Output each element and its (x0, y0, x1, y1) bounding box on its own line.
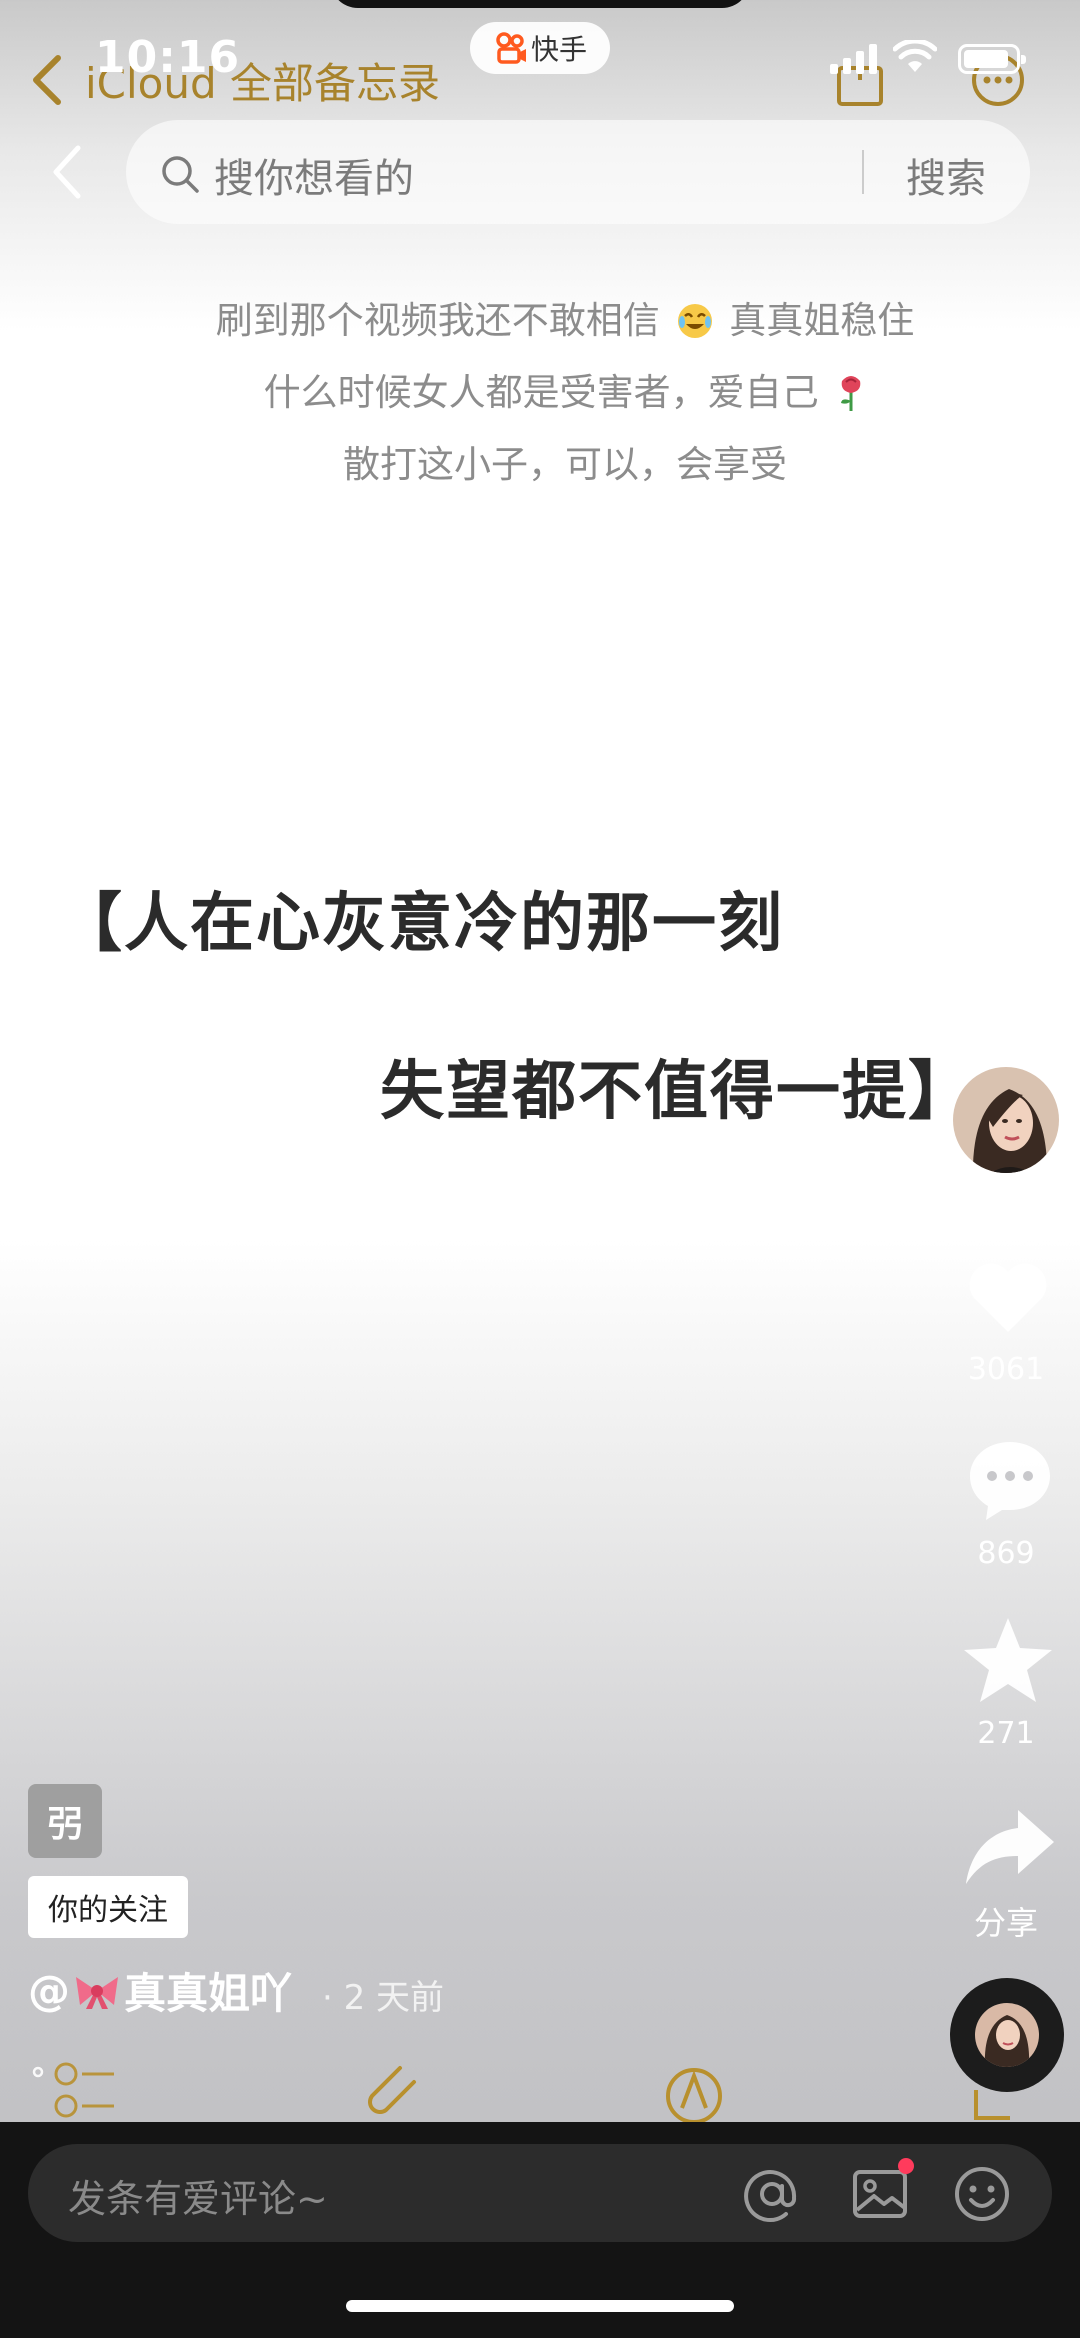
share-icon[interactable] (962, 1800, 1058, 1896)
image-notification-dot (898, 2158, 914, 2174)
author-name: 真真姐吖 (124, 1969, 293, 2018)
kuaishou-logo-icon (496, 32, 526, 64)
portrait-image (953, 1067, 1059, 1173)
wifi-icon (893, 40, 937, 72)
kuaishou-name: 快手 (530, 33, 587, 66)
disc-portrait-image (975, 2003, 1039, 2067)
star-icon[interactable] (960, 1612, 1056, 1708)
home-indicator[interactable] (346, 2300, 734, 2312)
disc-cover (975, 2003, 1039, 2067)
caption-line-1-a: 刷到那个视频我还不敢相信 (215, 299, 660, 342)
post-time: · 2 天前 (322, 1978, 445, 2018)
comment-input[interactable]: 发条有爱评论~ (68, 2168, 328, 2223)
caption-line-1: 刷到那个视频我还不敢相信 真真姐稳住 (0, 290, 1080, 344)
caption-line-2: 什么时候女人都是受害者，爱自己 (0, 362, 1080, 416)
like-count: 3061 (967, 1352, 1045, 1387)
image-icon[interactable] (850, 2164, 910, 2224)
paperclip-icon (368, 2066, 416, 2114)
caption-line-2-text: 什么时候女人都是受害者，爱自己 (263, 371, 819, 414)
quote-line-1: 【人在心灰意冷的那一刻 (58, 887, 784, 961)
camera-notch (330, 0, 750, 8)
label-badge[interactable]: 弜 (28, 1784, 102, 1858)
rose-emoji-icon (841, 376, 861, 411)
search-button[interactable]: 搜索 (906, 146, 986, 204)
caption-line-3: 散打这小子，可以，会享受 (343, 443, 787, 486)
author-avatar[interactable] (950, 1064, 1062, 1176)
ribbon-bow-emoji-icon (76, 1976, 118, 2009)
caption-line-1-b: 真真姐稳住 (729, 299, 915, 342)
search-input[interactable]: 搜你想看的 (214, 146, 414, 204)
at-icon[interactable] (742, 2164, 802, 2224)
markup-icon (666, 2068, 722, 2122)
search-icon (162, 156, 199, 193)
follow-tag: 你的关注 (28, 1876, 188, 1938)
back-arrow-icon[interactable] (46, 140, 90, 204)
comment-icon[interactable] (962, 1430, 1058, 1526)
kuaishou-badge[interactable]: 快手 (470, 22, 610, 74)
favorite-count: 271 (977, 1716, 1035, 1751)
author-at-prefix: @ (28, 1966, 70, 2015)
author-handle[interactable]: @ 真真姐吖 (28, 1960, 292, 2021)
share-label[interactable]: 分享 (946, 1898, 1066, 1944)
notes-toolbar (32, 2062, 1010, 2122)
comment-count: 869 (977, 1536, 1035, 1571)
search-divider (862, 150, 864, 194)
checklist-icon (32, 2062, 114, 2118)
quote-line-2: 失望都不值得一提】 (380, 1055, 974, 1129)
cellular-signal-icon (830, 44, 877, 74)
compose-icon (974, 2090, 1010, 2120)
crying-laughing-emoji-icon (677, 304, 712, 338)
heart-icon[interactable] (960, 1248, 1056, 1344)
chevron-left-icon[interactable] (28, 52, 68, 108)
emoji-icon[interactable] (952, 2164, 1012, 2224)
battery-icon (958, 44, 1026, 74)
status-time: 10:16 (95, 32, 241, 83)
